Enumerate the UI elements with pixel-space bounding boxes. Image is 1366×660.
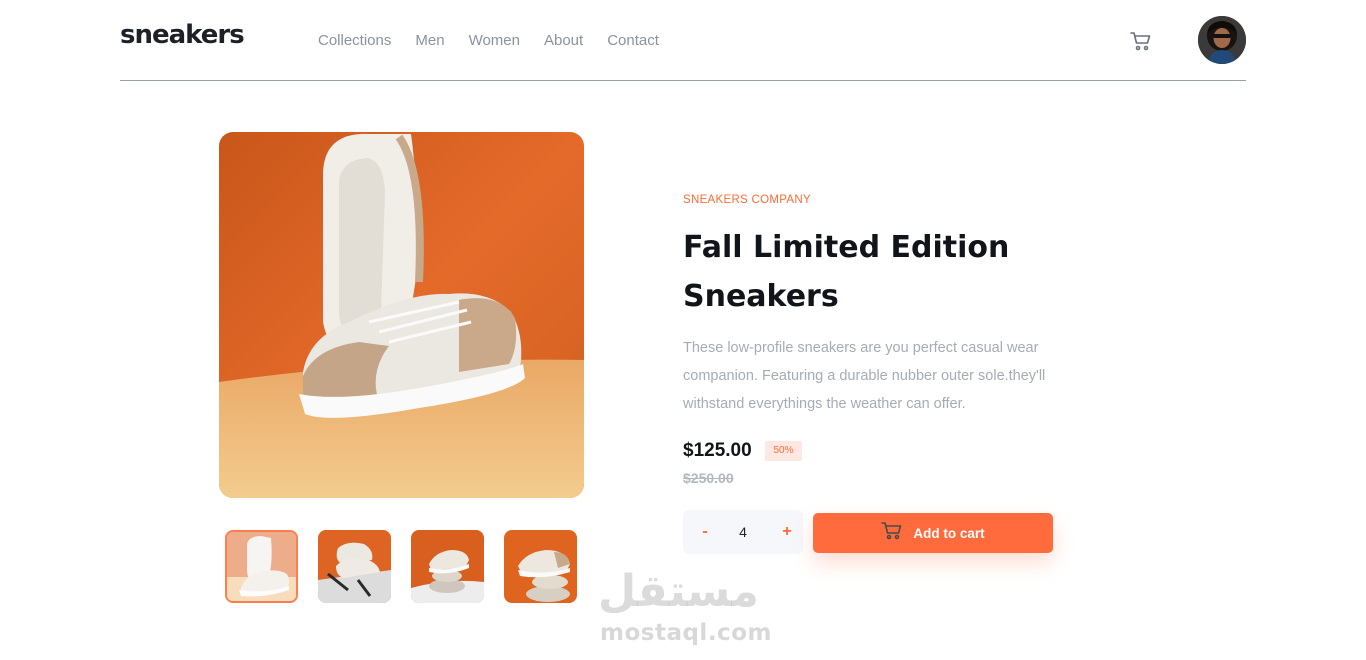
logo[interactable]: sneakers <box>120 20 245 50</box>
discount-badge: 50% <box>765 441 802 461</box>
add-to-cart-label: Add to cart <box>913 525 985 541</box>
original-price: $250.00 <box>683 470 734 486</box>
add-to-cart-button[interactable]: Add to cart <box>813 513 1053 553</box>
current-price: $125.00 <box>683 440 752 461</box>
thumbnail-4[interactable] <box>504 530 577 603</box>
user-avatar[interactable] <box>1198 16 1246 64</box>
nav-link-about[interactable]: About <box>544 32 583 49</box>
cart-icon[interactable] <box>1130 30 1152 52</box>
increase-quantity-button[interactable]: + <box>773 518 801 546</box>
product-title: Fall Limited Edition Sneakers <box>683 230 1010 314</box>
watermark-url: mostaql.com <box>600 620 772 646</box>
thumbnail-3[interactable] <box>411 530 484 603</box>
nav-link-contact[interactable]: Contact <box>607 32 659 49</box>
cart-icon <box>881 521 903 545</box>
decrease-quantity-button[interactable]: - <box>691 518 719 546</box>
nav-link-women[interactable]: Women <box>469 32 520 49</box>
nav-link-men[interactable]: Men <box>415 32 444 49</box>
thumbnail-1[interactable] <box>225 530 298 603</box>
quantity-value: 4 <box>739 524 747 540</box>
thumbnail-strip <box>225 530 577 603</box>
product-description: These low-profile sneakers are you perfe… <box>683 340 1046 412</box>
thumbnail-2[interactable] <box>318 530 391 603</box>
quantity-stepper: - 4 + <box>683 510 803 554</box>
nav-link-collections[interactable]: Collections <box>318 32 391 49</box>
watermark-arabic: مستقل <box>598 566 759 617</box>
company-label: SNEAKERS COMPANY <box>683 194 811 206</box>
product-main-image[interactable] <box>219 132 584 498</box>
site-header: sneakers Collections Men Women About Con… <box>120 0 1246 81</box>
main-nav: Collections Men Women About Contact <box>318 32 659 49</box>
